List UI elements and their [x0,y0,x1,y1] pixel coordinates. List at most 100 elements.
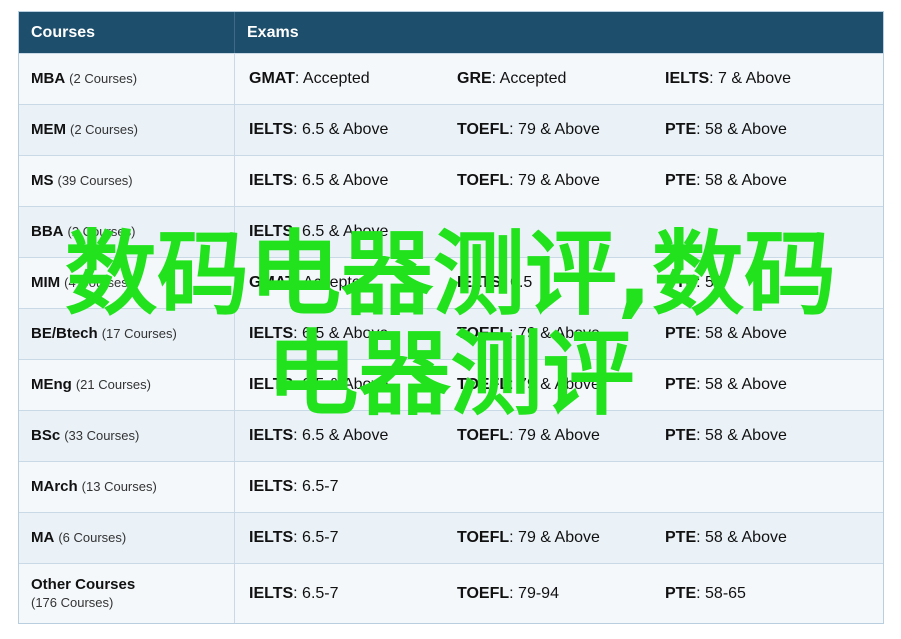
exam-score: : 58 & Above [696,325,787,342]
course-count: (4 Courses) [64,275,133,290]
exam-score: : Accepted [294,70,370,87]
course-name[interactable]: MEM [31,121,66,138]
exam-score: : 79-94 [509,584,559,602]
course-name[interactable]: MS [31,172,54,189]
exam-score: : 6.5 & Above [293,121,389,138]
exam-name: IELTS [249,427,294,444]
course-cell[interactable]: BSc (33 Courses) [19,411,235,461]
exam-score: : 6.5 & Above [293,172,389,189]
exam-requirement: TOEFL: 79 & Above [457,376,665,394]
table-row: BE/Btech (17 Courses) IELTS: 6.5 & Above TO… [19,308,883,359]
exam-requirement: IELTS: 6.5 [457,274,665,292]
exam-score: : 79 & Above [509,427,600,444]
exam-requirement: TOEFL: 79 & Above [457,121,665,139]
course-name[interactable]: MArch [31,478,78,495]
exam-requirement: GMAT: Accepted [249,274,457,292]
exam-requirement: PTE: 58-65 [665,585,873,603]
course-cell[interactable]: MS (39 Courses) [19,156,235,206]
exam-name: PTE [665,376,697,393]
course-name[interactable]: BBA [31,223,64,240]
exam-score: : Accepted [294,274,370,291]
exams-cell: IELTS: 6.5 & Above TOEFL: 79 & Above PTE: … [235,309,883,359]
exam-requirement: TOEFL: 79 & Above [457,172,665,190]
exam-score: : 58-65 [696,584,746,602]
exam-requirement: PTE: 58 & Above [665,376,873,394]
exam-score: : 79 & Above [509,325,600,342]
exam-requirement: IELTS: 6.5 & Above [249,223,457,241]
exam-name: IELTS [249,172,294,189]
exam-name: IELTS [249,325,294,342]
course-cell[interactable]: MIM (4 Courses) [19,258,235,308]
courses-exams-table: Courses Exams MBA (2 Courses) GMAT: Accept… [18,11,884,624]
exam-requirement: IELTS: 6.5 & Above [249,121,457,139]
exam-requirement: IELTS: 6.5 & Above [249,172,457,190]
course-cell[interactable]: Other Courses (176 Courses) [19,564,235,623]
course-name[interactable]: Other Courses [31,576,135,593]
table-row: BSc (33 Courses) IELTS: 6.5 & Above TOEFL: … [19,410,883,461]
course-name[interactable]: BE/Btech [31,325,98,342]
course-name[interactable]: MBA [31,70,65,87]
exam-requirement: TOEFL: 79 & Above [457,529,665,547]
course-cell[interactable]: MEM (2 Courses) [19,105,235,155]
course-cell[interactable]: MEng (21 Courses) [19,360,235,410]
exam-name: IELTS [457,274,502,291]
exam-score: : 58 & Above [696,427,787,444]
exam-name: IELTS [249,376,294,393]
course-count: (33 Courses) [64,428,140,443]
table-row: MArch (13 Courses) IELTS: 6.5-7 [19,461,883,512]
exams-cell: IELTS: 6.5-7 [235,462,883,512]
exam-name: PTE [665,121,697,138]
exam-score: : 58 & Above [696,529,787,546]
exam-requirement: IELTS: 6.5-7 [249,529,457,547]
course-name[interactable]: BSc [31,427,60,444]
exam-name: TOEFL [457,172,510,189]
exam-name: IELTS [249,584,294,602]
course-name[interactable]: MIM [31,274,60,291]
exam-requirement: IELTS: 7 & Above [665,70,873,88]
exam-score: : 79 & Above [509,376,600,393]
exams-cell: IELTS: 6.5 & Above TOEFL: 79 & Above PTE: … [235,360,883,410]
exams-cell: GMAT: Accepted IELTS: 6.5 PTE: 58 [235,258,883,308]
table-body: MBA (2 Courses) GMAT: Accepted GRE: Accepte… [19,53,883,623]
exam-requirement: PTE: 58 & Above [665,325,873,343]
exam-name: GMAT [249,70,295,87]
exam-score: : 6.5 & Above [293,427,389,444]
exam-score: : 58 & Above [696,172,787,189]
table-row: MS (39 Courses) IELTS: 6.5 & Above TOEFL: 7… [19,155,883,206]
exam-requirement: TOEFL: 79 & Above [457,325,665,343]
course-cell[interactable]: MArch (13 Courses) [19,462,235,512]
exam-name: TOEFL [457,121,510,138]
exam-score: : 6.5 & Above [293,223,389,240]
table-row: MIM (4 Courses) GMAT: Accepted IELTS: 6.5 PT… [19,257,883,308]
course-name[interactable]: MEng [31,376,72,393]
table-row: MEM (2 Courses) IELTS: 6.5 & Above TOEFL: 7… [19,104,883,155]
course-count: (17 Courses) [101,326,177,341]
course-count: (2 Courses) [69,71,138,86]
exam-name: IELTS [249,529,294,546]
exam-requirement: PTE: 58 & Above [665,427,873,445]
exam-score: : 79 & Above [509,172,600,189]
course-cell[interactable]: MBA (2 Courses) [19,54,235,104]
table-row: MA (6 Courses) IELTS: 6.5-7 TOEFL: 79 & Abo… [19,512,883,563]
course-cell[interactable]: BBA (2 Courses) [19,207,235,257]
exams-cell: IELTS: 6.5 & Above TOEFL: 79 & Above PTE: … [235,156,883,206]
exam-name: PTE [665,427,697,444]
table-row: Other Courses (176 Courses) IELTS: 6.5-7 TO… [19,563,883,623]
exam-name: TOEFL [457,376,510,393]
course-name[interactable]: MA [31,529,54,546]
table-row: MEng (21 Courses) IELTS: 6.5 & Above TOEFL:… [19,359,883,410]
exams-column-header: Exams [247,23,299,41]
exam-name: TOEFL [457,584,510,602]
courses-column-header: Courses [19,12,235,53]
exam-name: PTE [665,172,697,189]
exam-name: GMAT [249,274,295,291]
course-cell[interactable]: MA (6 Courses) [19,513,235,563]
exam-requirement: PTE: 58 [665,274,873,292]
course-cell[interactable]: BE/Btech (17 Courses) [19,309,235,359]
table-header: Courses Exams [19,12,883,53]
table-row: MBA (2 Courses) GMAT: Accepted GRE: Accepte… [19,53,883,104]
exam-requirement: IELTS: 6.5-7 [249,478,457,496]
exams-cell: IELTS: 6.5-7 TOEFL: 79 & Above PTE: 58 & A… [235,513,883,563]
exam-name: PTE [665,529,697,546]
course-count: (176 Courses) [31,594,114,610]
